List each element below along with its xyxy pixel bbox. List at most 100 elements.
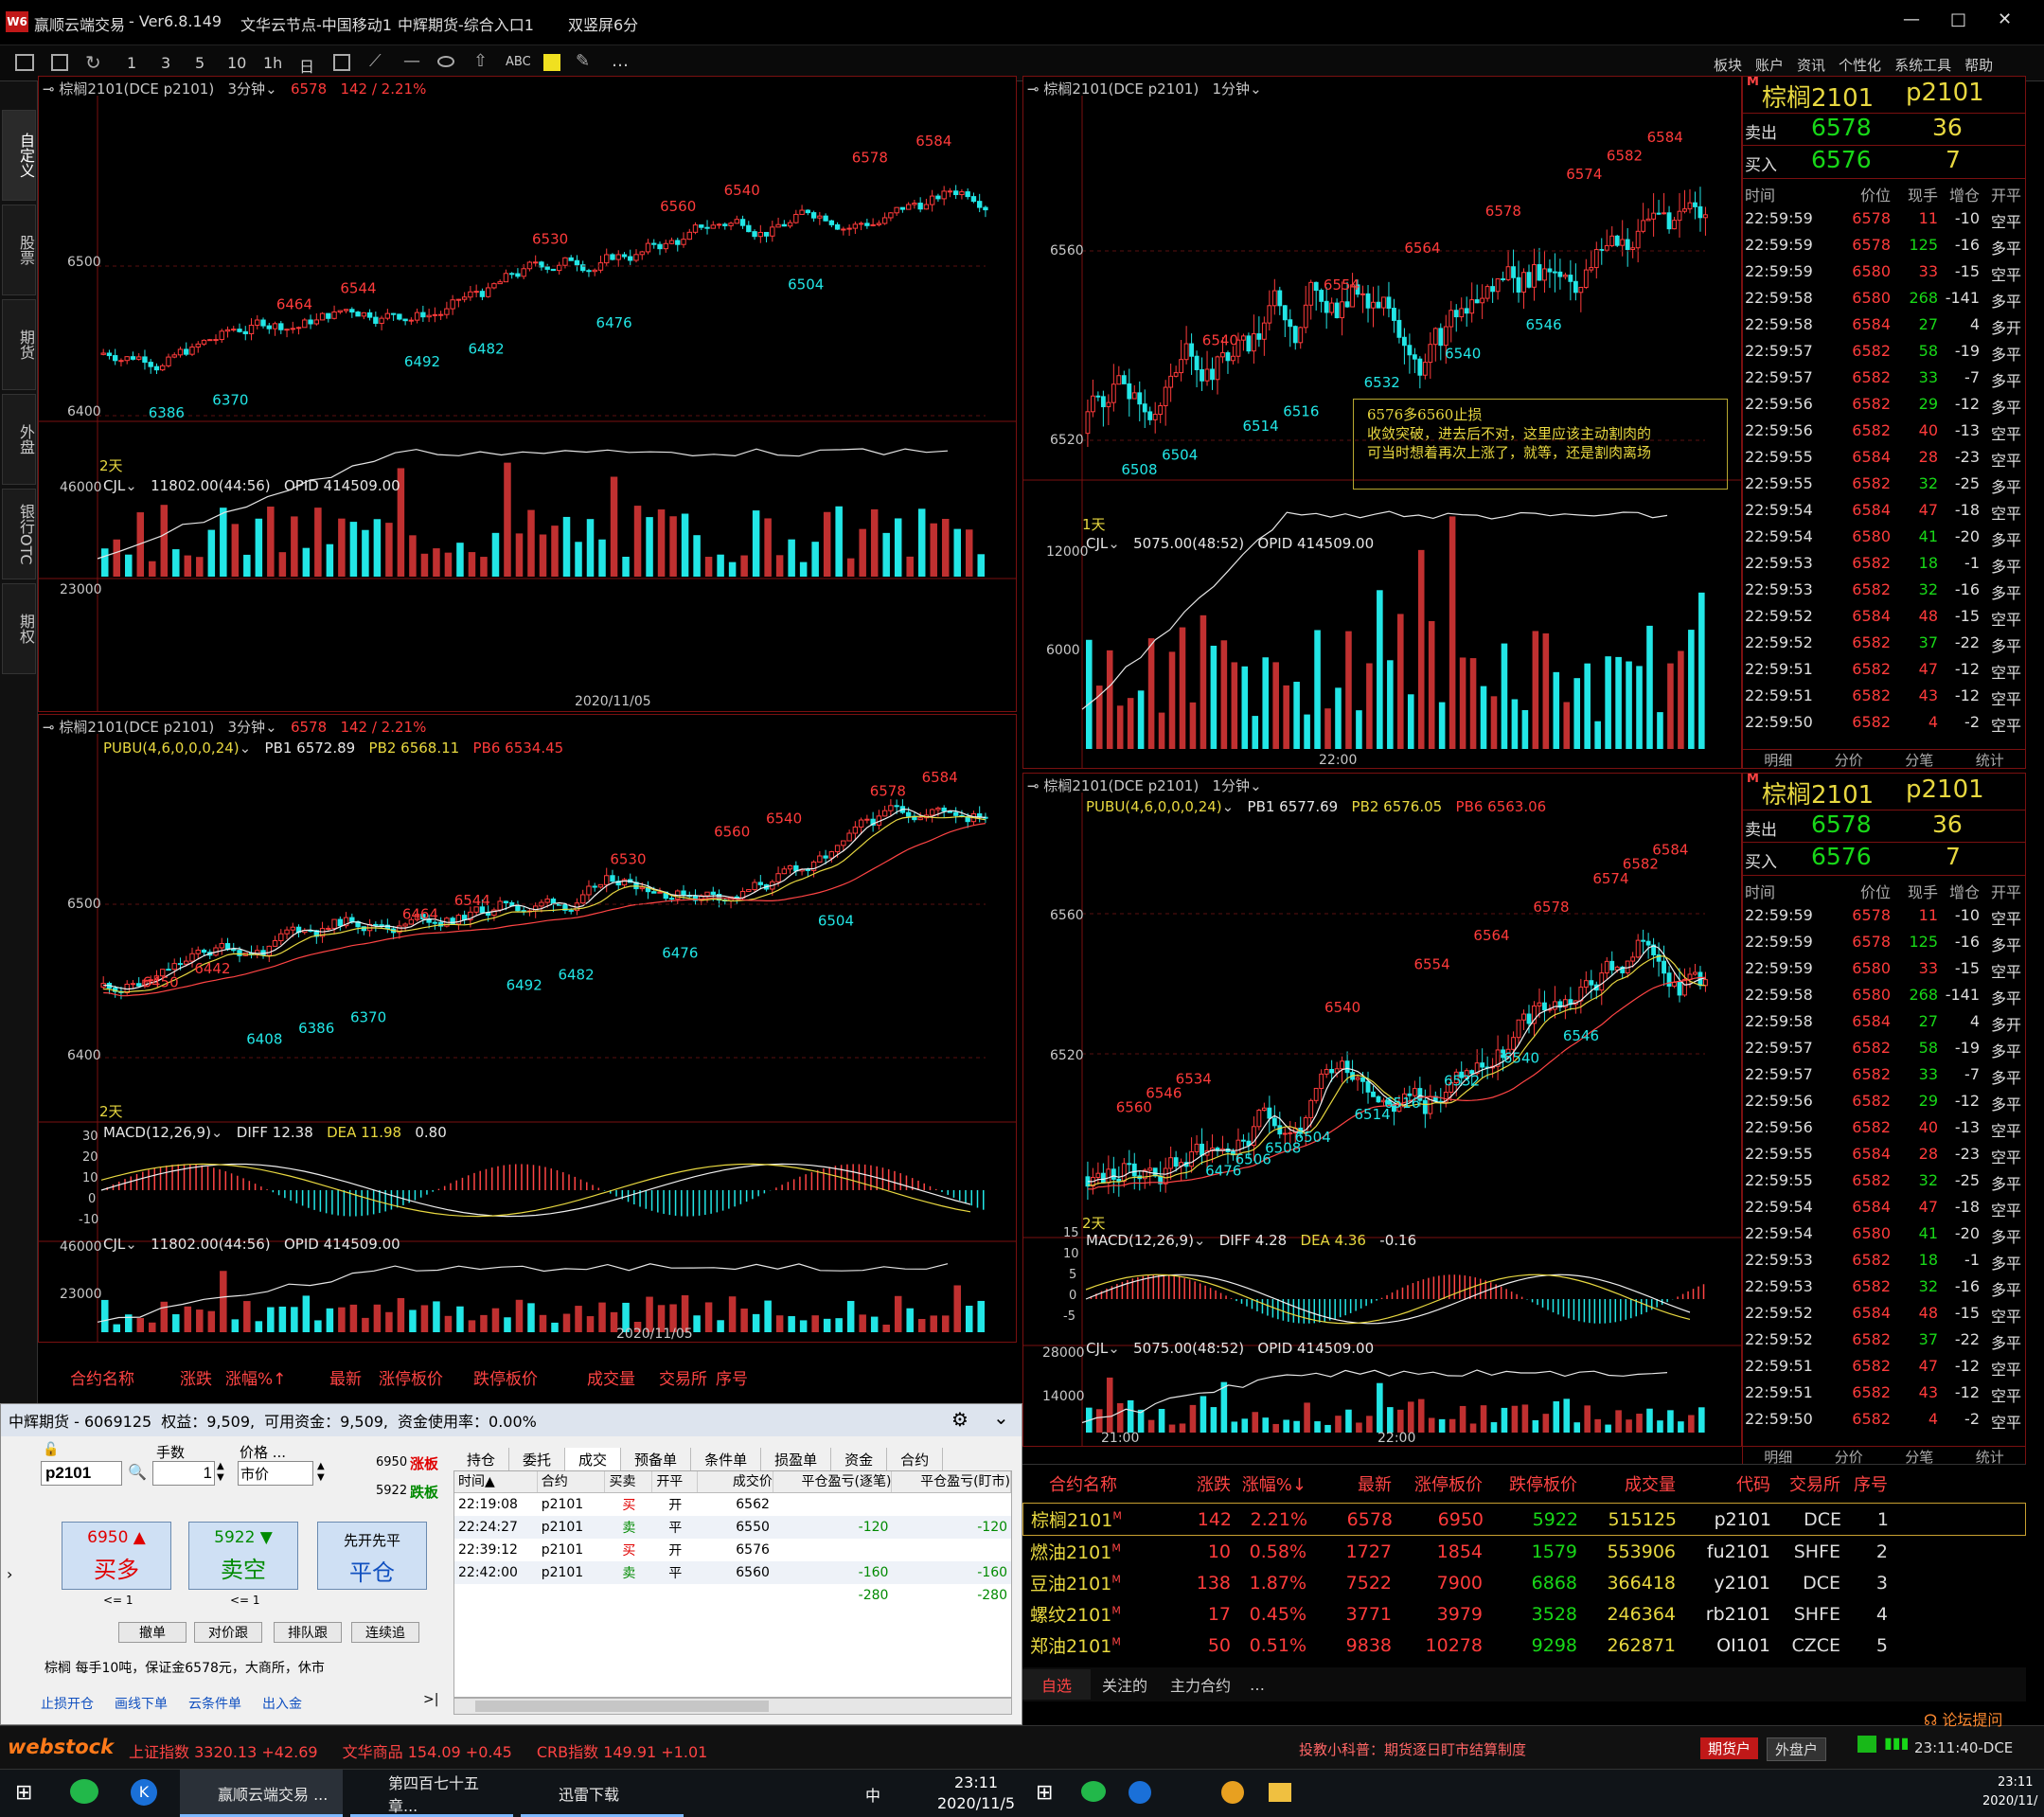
trade-col-header[interactable]: 买卖 bbox=[605, 1471, 653, 1492]
refresh-icon[interactable]: ↻ bbox=[85, 51, 101, 74]
col-limit-down[interactable]: 跌停板价 bbox=[473, 1365, 587, 1389]
limit-down-price[interactable]: 5922 bbox=[376, 1484, 407, 1498]
taskbar-item-downloader[interactable]: 迅雷下载 bbox=[521, 1770, 684, 1817]
watch-col-header[interactable]: 涨幅%↓ bbox=[1231, 1471, 1306, 1496]
draw-line-icon[interactable]: ⟋ bbox=[369, 51, 382, 71]
vol-indicator-name[interactable]: CJL bbox=[103, 477, 125, 494]
menu-system-tools[interactable]: 系统工具 bbox=[1894, 55, 1951, 75]
period-1-button[interactable]: 1 bbox=[127, 54, 136, 72]
trade-col-header[interactable]: 成交价 bbox=[698, 1471, 773, 1492]
taskbar-date-2[interactable]: 2020/11/ bbox=[1982, 1794, 2037, 1808]
browser-icon-2[interactable] bbox=[1221, 1781, 1244, 1804]
ask-price[interactable]: 6578 bbox=[1811, 114, 1872, 141]
continuous-chase-button[interactable]: 连续追 bbox=[351, 1622, 419, 1643]
index-item[interactable]: CRB指数 149.91 +1.01 bbox=[537, 1739, 707, 1762]
menu-account[interactable]: 账户 bbox=[1755, 55, 1784, 75]
menu-personalize[interactable]: 个性化 bbox=[1839, 55, 1881, 75]
trade-col-header[interactable]: 开平 bbox=[652, 1471, 699, 1492]
trade-tab[interactable]: 成交 bbox=[565, 1448, 622, 1470]
watch-col-header[interactable]: 交易所 bbox=[1770, 1471, 1840, 1496]
quote-tab[interactable]: 统计 bbox=[1976, 1447, 2004, 1465]
bid-price[interactable]: 6576 bbox=[1811, 146, 1872, 173]
candlestick-chart[interactable]: 6386 6370 6464 6544 6492 6482 6530 6476 6560 6540… bbox=[39, 96, 1017, 711]
trade-col-header[interactable]: 合约 bbox=[538, 1471, 606, 1492]
trade-tab[interactable]: 条件单 bbox=[691, 1448, 762, 1470]
buy-long-button[interactable]: 6950 ▲ 买多 bbox=[62, 1522, 171, 1590]
trade-tab[interactable]: 委托 bbox=[509, 1448, 566, 1470]
side-collapse-icon[interactable]: › bbox=[7, 1565, 12, 1583]
k-app-icon-2[interactable] bbox=[1129, 1781, 1151, 1804]
price-stepper[interactable]: ▲ ▼ bbox=[317, 1461, 325, 1484]
deposit-withdraw-link[interactable]: 出入金 bbox=[262, 1694, 302, 1713]
macd-name[interactable]: MACD(12,26,9) bbox=[103, 1124, 211, 1141]
quote-name[interactable]: 棕榈2101 bbox=[1762, 79, 1874, 114]
watch-row[interactable]: 豆油2101M 138 1.87% 7522 7900 6868 366418 y2101 DC… bbox=[1022, 1567, 2026, 1598]
quote-tab[interactable]: 分价 bbox=[1835, 1447, 1863, 1465]
more-tools-button[interactable]: … bbox=[612, 51, 629, 71]
price-label[interactable]: 价格 ... bbox=[240, 1442, 286, 1462]
period-10-button[interactable]: 10 bbox=[227, 54, 246, 72]
col-volume[interactable]: 成交量 bbox=[587, 1365, 659, 1389]
cancel-order-button[interactable]: 撤单 bbox=[118, 1622, 187, 1643]
col-exchange[interactable]: 交易所 bbox=[659, 1365, 716, 1389]
qty-input[interactable] bbox=[152, 1461, 215, 1486]
trade-tab[interactable]: 合约 bbox=[887, 1448, 944, 1470]
watch-col-header[interactable]: 最新 bbox=[1306, 1471, 1392, 1496]
quote-tab[interactable]: 统计 bbox=[1976, 750, 2004, 768]
watch-col-header[interactable]: 成交量 bbox=[1577, 1471, 1676, 1496]
trade-tab[interactable]: 预备单 bbox=[621, 1448, 692, 1470]
ask-row[interactable]: 卖出 6578 36 bbox=[1743, 810, 2025, 843]
tab-favorites[interactable]: 自选 bbox=[1022, 1669, 1092, 1700]
sell-short-button[interactable]: 5922 ▼ 卖空 bbox=[188, 1522, 298, 1590]
price-input[interactable] bbox=[238, 1461, 313, 1486]
trade-row[interactable]: 22:39:12 p2101 买 开 6576 bbox=[454, 1539, 1011, 1561]
windows-start-icon[interactable]: ⊞ bbox=[15, 1781, 32, 1805]
line-order-link[interactable]: 画线下单 bbox=[115, 1694, 168, 1713]
bid-row[interactable]: 买入 6576 7 bbox=[1743, 145, 2025, 179]
quote-tab[interactable]: 明细 bbox=[1764, 750, 1792, 768]
taskbar-clock-2[interactable]: 23:11 bbox=[1998, 1775, 2033, 1790]
bid-row[interactable]: 买入 6576 7 bbox=[1743, 842, 2025, 876]
arrow-up-icon[interactable]: ⇧ bbox=[473, 51, 488, 71]
queue-price-button[interactable]: 排队跟 bbox=[274, 1622, 342, 1643]
col-change[interactable]: 涨跌 bbox=[180, 1365, 225, 1389]
wechat-icon-2[interactable] bbox=[1081, 1781, 1106, 1802]
expand-icon[interactable]: >| bbox=[423, 1692, 438, 1707]
sidebar-tab-foreign[interactable]: 外盘 bbox=[2, 394, 36, 485]
tab-main-contracts[interactable]: 主力合约 bbox=[1159, 1669, 1242, 1700]
trade-col-header[interactable]: 平仓盈亏(逐笔) bbox=[773, 1471, 893, 1492]
watch-row[interactable]: 郑油2101M 50 0.51% 9838 10278 9298 262871 OI101 CZ… bbox=[1022, 1630, 2026, 1661]
qty-stepper[interactable]: ▲ ▼ bbox=[217, 1461, 224, 1484]
contract-input[interactable] bbox=[41, 1461, 122, 1486]
menu-sector[interactable]: 板块 bbox=[1714, 55, 1742, 75]
taskbar-date[interactable]: 2020/11/5 bbox=[937, 1794, 1015, 1812]
trade-hscrollbar[interactable] bbox=[453, 1698, 1012, 1715]
home-icon[interactable] bbox=[15, 54, 34, 71]
watch-col-header[interactable]: 涨停板价 bbox=[1392, 1471, 1483, 1496]
color-fill-icon[interactable] bbox=[543, 54, 560, 71]
sidebar-tab-bank-otc[interactable]: 银行OTC bbox=[2, 489, 36, 579]
chart-top-right[interactable]: ⊸ 棕榈2101(DCE p2101) 1分钟⌄ 6508 6504 6540 651… bbox=[1022, 76, 1742, 769]
chart-bottom-left[interactable]: ⊸ 棕榈2101(DCE p2101) 3分钟⌄ 6578 142 / 2.21… bbox=[38, 714, 1017, 1343]
horizontal-line-icon[interactable]: — bbox=[403, 51, 420, 71]
watch-col-header[interactable]: 代码 bbox=[1676, 1471, 1770, 1496]
tab-more[interactable]: … bbox=[1242, 1672, 1272, 1698]
quote-tab[interactable]: 分价 bbox=[1835, 750, 1863, 768]
chart-bottom-right[interactable]: ⊸ 棕榈2101(DCE p2101) 1分钟⌄ PUBU(4,6,0,0,0,… bbox=[1022, 773, 1742, 1447]
quote-tab[interactable]: 分笔 bbox=[1905, 1447, 1933, 1465]
watch-col-header[interactable]: 跌停板价 bbox=[1483, 1471, 1577, 1496]
col-change-pct[interactable]: 涨幅%↑ bbox=[225, 1365, 329, 1389]
period-day-button[interactable]: 日 bbox=[299, 54, 314, 77]
quote-name[interactable]: 棕榈2101 bbox=[1762, 775, 1874, 811]
trade-col-header[interactable]: 平仓盈亏(盯市) bbox=[892, 1471, 1011, 1492]
col-limit-up[interactable]: 涨停板价 bbox=[379, 1365, 473, 1389]
vol-indicator-name[interactable]: CJL bbox=[103, 1236, 125, 1253]
text-tool-button[interactable]: ABC bbox=[506, 55, 531, 69]
cloud-condition-link[interactable]: 云条件单 bbox=[188, 1694, 241, 1713]
period-3-button[interactable]: 3 bbox=[161, 54, 170, 72]
quote-tab[interactable]: 明细 bbox=[1764, 1447, 1792, 1465]
macd-name[interactable]: MACD(12,26,9) bbox=[1086, 1232, 1194, 1249]
watch-col-header[interactable]: 序号 bbox=[1840, 1471, 1888, 1496]
watch-row[interactable]: 燃油2101M 10 0.58% 1727 1854 1579 553906 fu2101 SH… bbox=[1022, 1536, 2026, 1567]
trade-col-header[interactable]: 时间▲ bbox=[454, 1471, 538, 1492]
